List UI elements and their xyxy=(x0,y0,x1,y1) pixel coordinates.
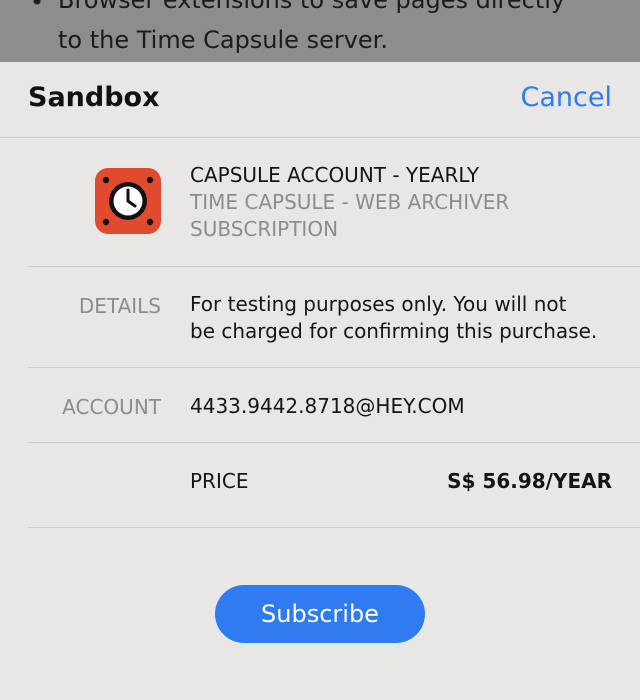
divider xyxy=(28,266,640,267)
sheet-title: Sandbox xyxy=(28,82,160,113)
details-line: be charged for confirming this purchase. xyxy=(190,319,598,343)
sheet-header: Sandbox Cancel xyxy=(0,62,640,138)
product-text: CAPSULE ACCOUNT - YEARLY TIME CAPSULE - … xyxy=(190,162,509,243)
price-value: S$ 56.98/YEAR xyxy=(447,469,612,493)
background-text-line: to the Time Capsule server. xyxy=(58,26,388,54)
details-label: DETAILS xyxy=(78,294,161,318)
purchase-sheet: Sandbox Cancel CAPSULE ACCOUNT - YEARLY … xyxy=(0,62,640,700)
price-label: PRICE xyxy=(190,469,249,493)
divider xyxy=(28,527,640,528)
details-text: For testing purposes only. You will not … xyxy=(190,291,597,345)
background-page: • Browser extensions to save pages direc… xyxy=(0,0,640,62)
product-name: CAPSULE ACCOUNT - YEARLY xyxy=(190,163,480,187)
product-info: CAPSULE ACCOUNT - YEARLY TIME CAPSULE - … xyxy=(0,138,640,266)
details-line: For testing purposes only. You will not xyxy=(190,292,567,316)
product-kind: SUBSCRIPTION xyxy=(190,217,339,241)
app-name: TIME CAPSULE - WEB ARCHIVER xyxy=(190,190,510,214)
bullet-icon: • xyxy=(30,0,45,16)
subscribe-button[interactable]: Subscribe xyxy=(215,585,425,643)
account-value: 4433.9442.8718@HEY.COM xyxy=(190,394,465,418)
divider xyxy=(28,442,640,443)
account-label: ACCOUNT xyxy=(62,395,161,419)
background-text-line: Browser extensions to save pages directl… xyxy=(58,0,566,14)
alarm-clock-icon xyxy=(95,168,161,234)
cancel-button[interactable]: Cancel xyxy=(521,82,612,113)
divider xyxy=(28,367,640,368)
